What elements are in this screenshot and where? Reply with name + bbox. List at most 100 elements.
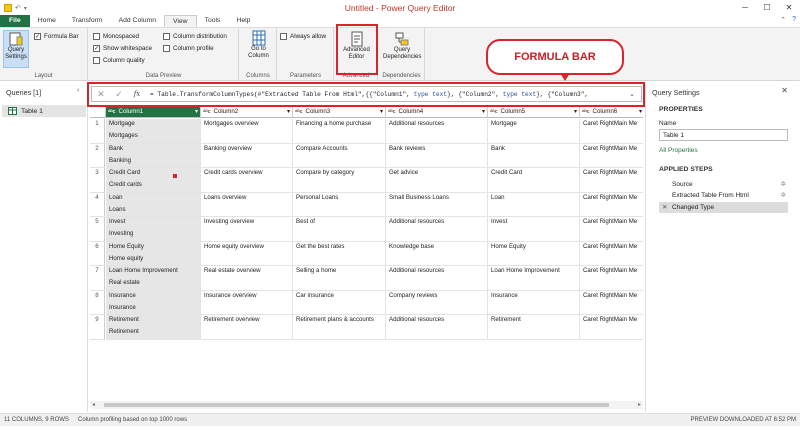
step-source[interactable]: Source ✲ [659, 179, 788, 190]
column-filter-icon[interactable]: ▾ [195, 107, 198, 117]
table-cell[interactable]: Banking overview [201, 143, 293, 168]
query-item-table-1[interactable]: Table 1 [2, 105, 86, 117]
table-cell[interactable]: Mortgages overview [201, 119, 293, 144]
go-to-column-button[interactable]: Go to Column [243, 30, 274, 60]
column-header-1[interactable]: ᴬᴮc Column1 ▾ [106, 107, 201, 118]
table-cell[interactable]: Loan [488, 192, 580, 217]
table-cell[interactable]: Get the best rates [293, 241, 386, 266]
table-cell[interactable]: Loan Loans [106, 192, 201, 217]
column-header-5[interactable]: ᴬᴮc Column5 ▾ [488, 107, 580, 118]
table-cell[interactable]: Insurance [488, 290, 580, 315]
table-cell[interactable]: Caret RightMain Me [580, 217, 643, 242]
always-allow-checkbox[interactable]: Always allow [280, 33, 326, 40]
tab-tools[interactable]: Tools [197, 15, 229, 27]
profiling-scope[interactable]: Column profiling based on top 1000 rows [78, 414, 187, 427]
table-cell[interactable]: Caret RightMain Me [580, 242, 643, 266]
close-button[interactable]: ✕ [778, 0, 800, 16]
step-changed-type[interactable]: ✕ Changed Type [659, 202, 788, 213]
table-cell[interactable]: Home Equity [488, 241, 580, 266]
table-cell[interactable]: Loan Home Improvement [488, 266, 580, 291]
table-cell[interactable]: Bank Banking [106, 143, 201, 168]
table-cell[interactable]: Mortgage Mortgages [106, 119, 201, 144]
table-cell[interactable]: Retirement plans & accounts [293, 315, 386, 340]
row-number[interactable]: 3 [90, 168, 105, 193]
table-cell[interactable]: Company reviews [386, 290, 488, 315]
column-filter-icon[interactable]: ▾ [639, 107, 642, 117]
minimize-button[interactable]: ─ [734, 0, 756, 16]
table-cell[interactable]: Best of [293, 217, 386, 242]
text-type-icon[interactable]: ᴬᴮc [490, 109, 497, 115]
table-cell[interactable]: Loan Home Improvement Real estate [106, 266, 201, 291]
column-filter-icon[interactable]: ▾ [380, 107, 383, 117]
show-whitespace-checkbox[interactable]: ✓ Show whitespace [93, 45, 152, 52]
table-cell[interactable]: Mortgage [488, 119, 580, 144]
table-cell[interactable]: Home Equity Home equity [106, 241, 201, 266]
row-number[interactable]: 1 [90, 119, 105, 144]
text-type-icon[interactable]: ᴬᴮc [295, 109, 302, 115]
column-filter-icon[interactable]: ▾ [287, 107, 290, 117]
table-cell[interactable]: Personal Loans [293, 192, 386, 217]
customize-dropdown-icon[interactable]: ▾ [24, 5, 27, 12]
table-cell[interactable]: Knowledge base [386, 241, 488, 266]
tab-help[interactable]: Help [228, 15, 258, 27]
table-cell[interactable]: Insurance overview [201, 290, 293, 315]
table-cell[interactable]: Retirement overview [201, 315, 293, 340]
maximize-button[interactable]: ☐ [756, 0, 778, 16]
collapse-queries-icon[interactable]: ‹ [77, 87, 79, 94]
table-cell[interactable]: Invest [488, 217, 580, 242]
column-header-3[interactable]: ᴬᴮc Column3 ▾ [293, 107, 386, 118]
text-type-icon[interactable]: ᴬᴮc [108, 109, 115, 115]
row-number[interactable]: 4 [90, 192, 105, 217]
horizontal-scrollbar[interactable]: ◂ ▸ [90, 401, 643, 409]
table-cell[interactable]: Caret RightMain Me [580, 168, 643, 193]
table-cell[interactable]: Caret RightMain Me [580, 315, 643, 340]
table-cell[interactable]: Compare by category [293, 168, 386, 193]
all-properties-link[interactable]: All Properties [659, 147, 698, 154]
table-cell[interactable]: Caret RightMain Me [580, 291, 643, 315]
tab-home[interactable]: Home [30, 15, 64, 27]
query-name-input[interactable]: Table 1 [659, 129, 788, 141]
scrollbar-thumb[interactable] [104, 403, 609, 407]
text-type-icon[interactable]: ᴬᴮc [388, 109, 395, 115]
table-cell[interactable]: Bank [488, 143, 580, 168]
table-cell[interactable]: Compare Accounts [293, 143, 386, 168]
scroll-right-icon[interactable]: ▸ [638, 401, 641, 408]
query-settings-button[interactable]: Query Settings [3, 30, 29, 68]
table-cell[interactable]: Caret RightMain Me [580, 119, 643, 144]
table-cell[interactable]: Loans overview [201, 192, 293, 217]
column-filter-icon[interactable]: ▾ [482, 107, 485, 117]
table-cell[interactable]: Financing a home purchase [293, 119, 386, 144]
row-number[interactable]: 8 [90, 290, 105, 315]
table-cell[interactable]: Investing overview [201, 217, 293, 242]
step-extracted-table[interactable]: Extracted Table From Html ✲ [659, 190, 788, 201]
delete-step-icon[interactable]: ✕ [662, 202, 667, 213]
gear-icon[interactable]: ✲ [781, 190, 786, 201]
text-type-icon[interactable]: ᴬᴮc [582, 109, 589, 115]
tab-view[interactable]: View [163, 15, 197, 27]
undo-icon[interactable]: ↶ [15, 4, 21, 12]
column-header-6[interactable]: ᴬᴮc Column6 ▾ [580, 107, 643, 118]
row-number[interactable]: 5 [90, 217, 105, 242]
gear-icon[interactable]: ✲ [781, 179, 786, 190]
column-distribution-checkbox[interactable]: Column distribution [163, 33, 227, 40]
table-cell[interactable]: Additional resources [386, 315, 488, 340]
scroll-left-icon[interactable]: ◂ [92, 401, 95, 408]
collapse-ribbon-icon[interactable]: ⌃ [780, 16, 786, 24]
table-cell[interactable]: Insurance Insurance [106, 290, 201, 315]
text-type-icon[interactable]: ᴬᴮc [203, 109, 210, 115]
table-cell[interactable]: Car insurance [293, 290, 386, 315]
column-profile-checkbox[interactable]: Column profile [163, 45, 214, 52]
column-quality-checkbox[interactable]: Column quality [93, 57, 145, 64]
row-number[interactable]: 7 [90, 266, 105, 291]
table-cell[interactable]: Caret RightMain Me [580, 144, 643, 168]
tab-transform[interactable]: Transform [64, 15, 111, 27]
table-cell[interactable]: Get advice [386, 168, 488, 193]
table-cell[interactable]: Home equity overview [201, 241, 293, 266]
column-filter-icon[interactable]: ▾ [574, 107, 577, 117]
table-cell[interactable]: Bank reviews [386, 143, 488, 168]
column-header-4[interactable]: ᴬᴮc Column4 ▾ [386, 107, 488, 118]
table-cell[interactable]: Real estate overview [201, 266, 293, 291]
table-cell[interactable]: Retirement Retirement [106, 315, 201, 340]
table-cell[interactable]: Caret RightMain Me [580, 266, 643, 291]
table-cell[interactable]: Retirement [488, 315, 580, 340]
